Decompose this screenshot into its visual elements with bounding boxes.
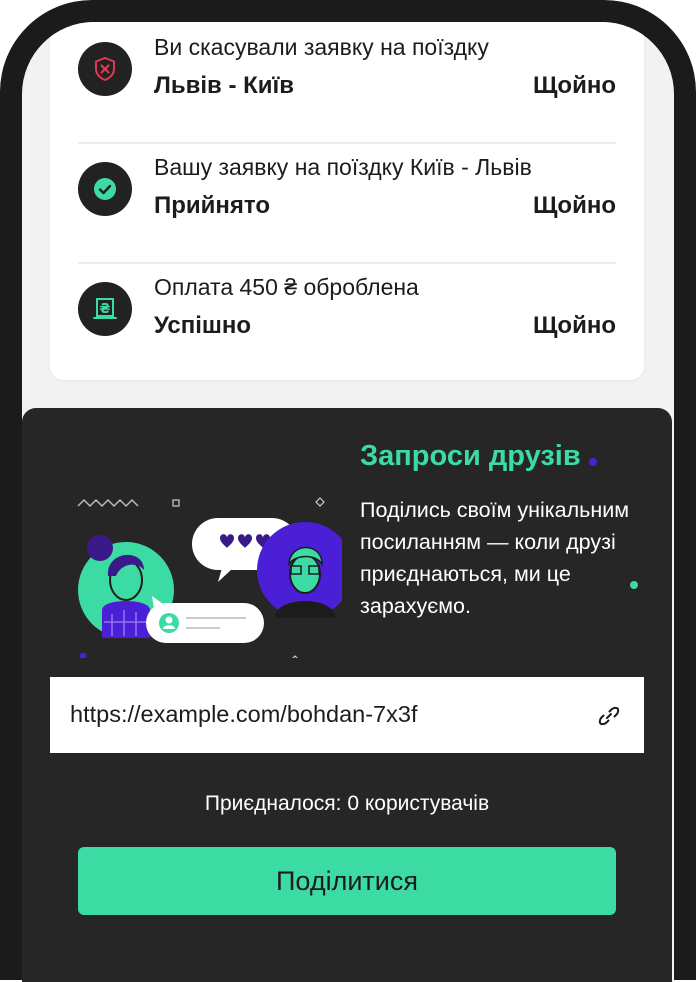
- zigzag-decoration: [77, 498, 139, 508]
- svg-text:₴: ₴: [99, 302, 110, 317]
- notification-status: Успішно: [154, 312, 252, 339]
- notification-payment[interactable]: ₴ Оплата 450 ₴ оброблена Успішно Щойно: [50, 242, 644, 362]
- notification-trip-accepted[interactable]: Вашу заявку на поїздку Київ - Львів Прий…: [50, 122, 644, 242]
- notification-time: Щойно: [532, 192, 616, 219]
- notification-route: Львів - Київ: [154, 72, 295, 99]
- check-circle-icon: [78, 162, 132, 216]
- invite-description: Поділись своїм унікальним посиланням — к…: [360, 498, 630, 618]
- share-button[interactable]: Поділитися: [78, 847, 616, 915]
- notification-title: Вашу заявку на поїздку Київ - Львів: [154, 154, 532, 180]
- joined-count: Приєдналося: 0 користувачів: [204, 792, 490, 815]
- referral-link-field[interactable]: https://example.com/bohdan-7x3f: [50, 677, 644, 753]
- cancel-shield-icon: [78, 42, 132, 96]
- referral-link-text[interactable]: https://example.com/bohdan-7x3f: [70, 701, 417, 728]
- notification-title: Оплата 450 ₴ оброблена: [154, 274, 419, 300]
- notifications-card: Ви скасували заявку на поїздку Львів - К…: [50, 22, 644, 380]
- hryvnia-receipt-icon: ₴: [78, 282, 132, 336]
- notification-status: Прийнято: [154, 192, 271, 219]
- dot-decoration: [79, 652, 87, 658]
- link-icon[interactable]: [596, 703, 622, 729]
- dot-decoration: [589, 458, 597, 466]
- invite-title: Запроси друзів: [360, 440, 581, 472]
- friends-illustration: [77, 497, 342, 658]
- phone-frame: Ви скасували заявку на поїздку Львів - К…: [0, 0, 696, 982]
- notification-time: Щойно: [532, 312, 616, 339]
- square-decoration: [172, 499, 180, 507]
- notification-title: Ви скасували заявку на поїздку: [154, 34, 489, 60]
- notification-time: Щойно: [532, 72, 616, 99]
- notification-trip-cancelled[interactable]: Ви скасували заявку на поїздку Львів - К…: [50, 22, 644, 122]
- app-screen: Ви скасували заявку на поїздку Львів - К…: [22, 22, 674, 982]
- diamond-decoration: [315, 497, 325, 507]
- diamond-decoration: [292, 655, 298, 658]
- invite-friends-panel: Запроси друзів Поділись своїм унікальним…: [22, 408, 672, 982]
- dot-decoration: [630, 581, 638, 589]
